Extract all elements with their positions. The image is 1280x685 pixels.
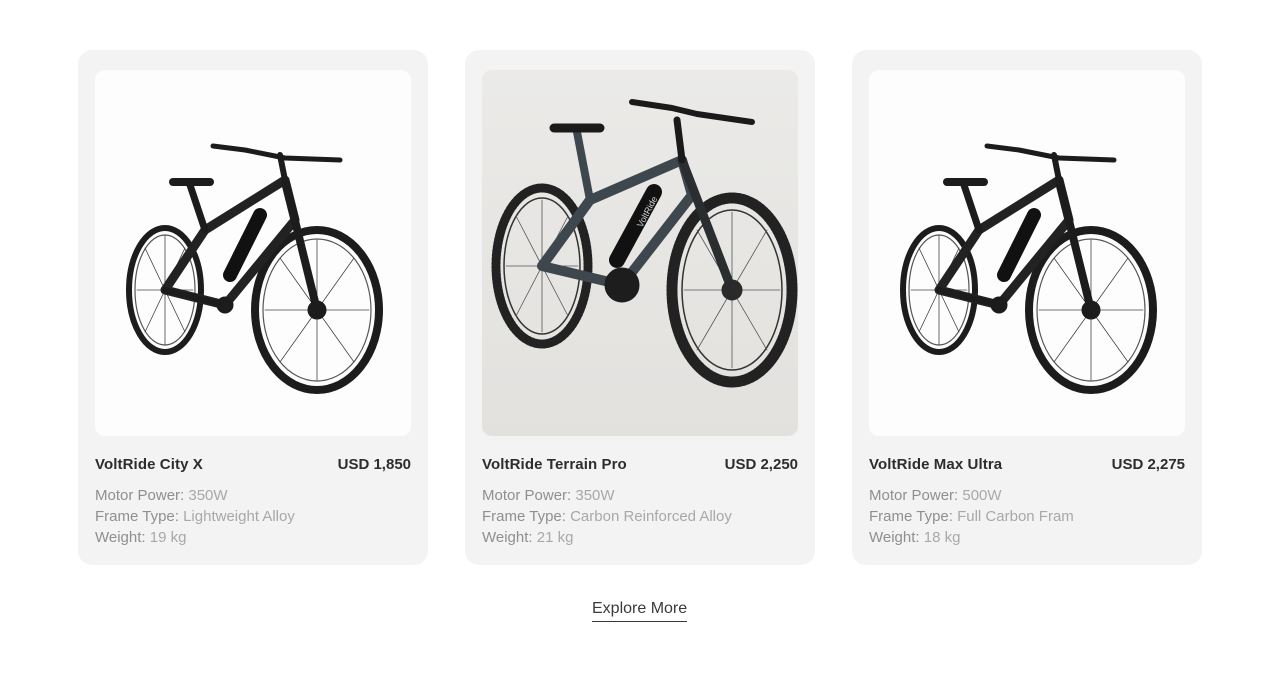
product-card-max-ultra[interactable]: VoltRide Max Ultra USD 2,275 Motor Power… [852, 50, 1202, 565]
product-card-terrain-pro[interactable]: VoltRide VoltRide Terrain Pro USD 2,250 … [465, 50, 815, 565]
product-name[interactable]: VoltRide Max Ultra [869, 456, 1002, 473]
spec-motor-power: Motor Power: 350W [95, 487, 228, 504]
product-image[interactable] [95, 70, 411, 436]
spec-weight: Weight: 19 kg [95, 529, 187, 546]
product-image[interactable] [869, 70, 1185, 436]
product-card-city-x[interactable]: VoltRide City X USD 1,850 Motor Power: 3… [78, 50, 428, 565]
product-grid: VoltRide City X USD 1,850 Motor Power: 3… [78, 50, 1202, 565]
product-header: VoltRide City X USD 1,850 [95, 456, 411, 473]
city-ebike-image [126, 143, 383, 394]
explore-more-link[interactable]: Explore More [592, 600, 688, 622]
product-name[interactable]: VoltRide Terrain Pro [482, 456, 627, 473]
spec-weight: Weight: 18 kg [869, 529, 961, 546]
product-specs: Motor Power: 500W Frame Type: Full Carbo… [869, 485, 1185, 548]
product-specs: Motor Power: 350W Frame Type: Carbon Rei… [482, 485, 798, 548]
spec-frame-type: Frame Type: Lightweight Alloy [95, 508, 295, 525]
spec-weight: Weight: 21 kg [482, 529, 574, 546]
product-header: VoltRide Max Ultra USD 2,275 [869, 456, 1185, 473]
product-image[interactable]: VoltRide [482, 70, 798, 436]
spec-motor-power: Motor Power: 500W [869, 487, 1002, 504]
product-specs: Motor Power: 350W Frame Type: Lightweigh… [95, 485, 411, 548]
product-header: VoltRide Terrain Pro USD 2,250 [482, 456, 798, 473]
mountain-ebike-image: VoltRide [491, 99, 798, 388]
city-ebike-image [900, 143, 1157, 394]
product-price: USD 1,850 [337, 456, 411, 473]
product-name[interactable]: VoltRide City X [95, 456, 203, 473]
product-price: USD 2,275 [1111, 456, 1185, 473]
spec-frame-type: Frame Type: Carbon Reinforced Alloy [482, 508, 732, 525]
spec-frame-type: Frame Type: Full Carbon Fram [869, 508, 1074, 525]
product-price: USD 2,250 [724, 456, 798, 473]
spec-motor-power: Motor Power: 350W [482, 487, 615, 504]
